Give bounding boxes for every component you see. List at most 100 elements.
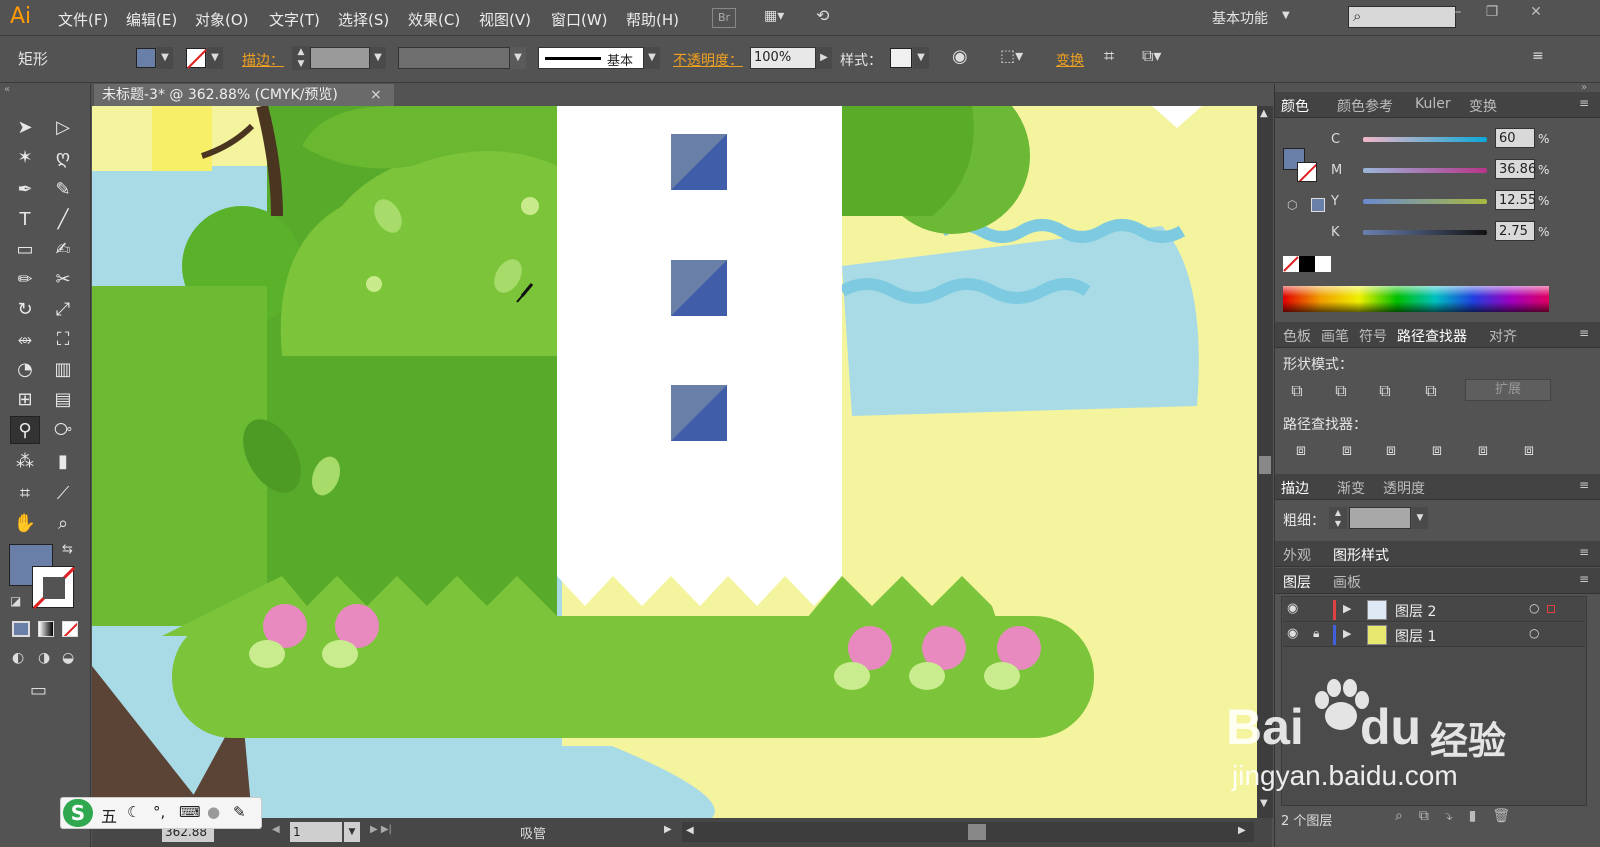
selection-tool-icon[interactable]: ➤ bbox=[10, 114, 40, 142]
chevron-down-icon[interactable]: ▼ bbox=[644, 47, 660, 69]
layer-row[interactable]: ◉ 🔒︎ ▶ 图层 1 ○ bbox=[1283, 623, 1585, 647]
menu-file[interactable]: 文件(F) bbox=[58, 9, 108, 30]
chevron-down-icon[interactable]: ▼ bbox=[510, 47, 526, 69]
tab-appearance[interactable]: 外观 bbox=[1283, 545, 1311, 565]
symbol-sprayer-tool-icon[interactable]: ⁂ bbox=[10, 448, 40, 476]
exclude-icon[interactable]: ⧉ bbox=[1421, 382, 1441, 400]
tab-swatches[interactable]: 色板 bbox=[1283, 326, 1311, 346]
menu-window[interactable]: 窗口(W) bbox=[551, 9, 608, 30]
scissors-tool-icon[interactable]: ✂ bbox=[48, 266, 78, 294]
black-swatch[interactable] bbox=[1299, 256, 1315, 272]
outline-icon[interactable]: ⧈ bbox=[1473, 441, 1493, 459]
divide-icon[interactable]: ⧈ bbox=[1291, 441, 1311, 459]
hand-tool-icon[interactable]: ✋ bbox=[10, 510, 40, 538]
magenta-slider[interactable] bbox=[1363, 168, 1487, 173]
color-mode-icon[interactable] bbox=[12, 621, 30, 637]
default-colors-icon[interactable]: ◪ bbox=[10, 594, 21, 608]
stroke-color-box[interactable] bbox=[32, 566, 76, 610]
tab-gradient[interactable]: 渐变 bbox=[1337, 478, 1365, 498]
punctuation-icon[interactable]: °, bbox=[153, 803, 165, 821]
scroll-thumb[interactable] bbox=[1259, 456, 1271, 474]
screen-mode-icon[interactable]: ▭ bbox=[30, 680, 47, 701]
selection-indicator[interactable] bbox=[1547, 605, 1555, 613]
variable-width-select[interactable] bbox=[398, 47, 510, 69]
fill-swatch[interactable] bbox=[136, 48, 156, 68]
layer-footer-icons[interactable]: ⌕⧉⤵▮🗑︎ bbox=[1395, 808, 1526, 824]
draw-inside-icon[interactable]: ◒ bbox=[62, 650, 74, 666]
stroke-label[interactable]: 描边： bbox=[242, 50, 284, 70]
chevron-down-icon[interactable]: ▼ bbox=[1282, 10, 1290, 21]
minus-back-icon[interactable]: ⧈ bbox=[1519, 441, 1539, 459]
intersect-icon[interactable]: ⧉ bbox=[1375, 382, 1395, 400]
tab-color[interactable]: 颜色 bbox=[1281, 96, 1309, 116]
color-spectrum[interactable] bbox=[1283, 286, 1549, 312]
minus-front-icon[interactable]: ⧉ bbox=[1331, 382, 1351, 400]
tab-graphic-styles[interactable]: 图形样式 bbox=[1333, 545, 1389, 565]
tab-color-guide[interactable]: 颜色参考 bbox=[1337, 96, 1393, 116]
cyan-value[interactable]: 60 bbox=[1495, 128, 1535, 148]
align-to-icon[interactable]: ⬚▾ bbox=[1000, 46, 1023, 65]
gradient-mode-icon[interactable] bbox=[38, 621, 54, 637]
horizontal-scrollbar[interactable]: ◀ ▶ bbox=[682, 822, 1254, 842]
chevron-down-icon[interactable]: ▼ bbox=[913, 47, 929, 69]
lasso-tool-icon[interactable]: ღ bbox=[48, 144, 78, 172]
tab-brushes[interactable]: 画笔 bbox=[1321, 326, 1349, 346]
chevron-down-icon[interactable]: ▼ bbox=[370, 47, 386, 69]
line-tool-icon[interactable]: ╱ bbox=[48, 206, 78, 234]
search-input[interactable]: ⌕ bbox=[1348, 6, 1456, 28]
web-safe-swatch[interactable] bbox=[1311, 198, 1325, 212]
trim-icon[interactable]: ⧈ bbox=[1337, 441, 1357, 459]
gradient-tool-icon[interactable]: ▤ bbox=[48, 386, 78, 414]
swap-colors-icon[interactable]: ⇆ bbox=[62, 542, 73, 557]
type-tool-icon[interactable]: T bbox=[10, 206, 40, 234]
scale-tool-icon[interactable]: ⤢ bbox=[48, 296, 78, 324]
menu-select[interactable]: 选择(S) bbox=[338, 9, 389, 30]
draw-behind-icon[interactable]: ◑ bbox=[38, 650, 50, 666]
column-graph-tool-icon[interactable]: ▮ bbox=[48, 448, 78, 476]
layer-name[interactable]: 图层 2 bbox=[1395, 601, 1436, 621]
menu-help[interactable]: 帮助(H) bbox=[626, 9, 679, 30]
slice-tool-icon[interactable]: ⟋ bbox=[48, 480, 78, 508]
ime-mode[interactable]: 五 bbox=[101, 803, 117, 827]
arrange-documents-icon[interactable]: ▦▾ bbox=[764, 8, 798, 28]
unite-icon[interactable]: ⧉ bbox=[1287, 382, 1307, 400]
recolor-artwork-icon[interactable]: ◉ bbox=[952, 46, 968, 67]
sync-icon[interactable]: ⟲ bbox=[816, 6, 842, 28]
bridge-button[interactable]: Br bbox=[712, 8, 736, 28]
target-icon[interactable]: ○ bbox=[1529, 601, 1539, 615]
tab-stroke[interactable]: 描边 bbox=[1281, 478, 1309, 498]
zoom-tool-icon[interactable]: ⌕ bbox=[48, 510, 78, 538]
workspace-switcher[interactable]: 基本功能 bbox=[1212, 8, 1268, 28]
keyboard-icon[interactable]: ⌨ bbox=[179, 803, 201, 821]
tab-symbols[interactable]: 符号 bbox=[1359, 326, 1387, 346]
expand-triangle-icon[interactable]: ▶ bbox=[1343, 602, 1351, 615]
wrench-icon[interactable]: ✎ bbox=[233, 803, 246, 821]
panel-menu-icon[interactable]: ≡ bbox=[1579, 545, 1589, 559]
moon-icon[interactable]: ☾ bbox=[127, 803, 140, 821]
color-stroke-swatch[interactable] bbox=[1297, 162, 1317, 182]
layer-row[interactable]: ◉ ▶ 图层 2 ○ bbox=[1283, 598, 1585, 622]
chevron-right-icon[interactable]: ▶ bbox=[816, 47, 832, 69]
status-menu-icon[interactable]: ▶ bbox=[664, 824, 672, 835]
transform-label[interactable]: 变换 bbox=[1056, 50, 1084, 70]
weight-stepper[interactable]: ▲ ▼ bbox=[1329, 507, 1347, 529]
blend-tool-icon[interactable]: ⧂ bbox=[48, 416, 78, 444]
crop-icon[interactable]: ⧈ bbox=[1427, 441, 1447, 459]
artboard-number[interactable]: 1 bbox=[290, 822, 342, 842]
document-tab[interactable]: 未标题-3* @ 362.88% (CMYK/预览) × bbox=[94, 84, 394, 106]
shape-builder-tool-icon[interactable]: ◔ bbox=[10, 356, 40, 384]
menu-edit[interactable]: 编辑(E) bbox=[126, 9, 177, 30]
lock-icon[interactable]: 🔒︎ bbox=[1313, 626, 1319, 641]
chevron-down-icon[interactable]: ▼ bbox=[344, 822, 360, 842]
free-transform-tool-icon[interactable]: ⛶ bbox=[48, 326, 78, 354]
paintbrush-tool-icon[interactable]: ✍ bbox=[48, 236, 78, 264]
eyedropper-tool-icon[interactable]: ⚲ bbox=[10, 416, 40, 444]
close-tab-icon[interactable]: × bbox=[370, 84, 382, 106]
expand-button[interactable]: 扩展 bbox=[1465, 379, 1551, 401]
eye-icon[interactable]: ◉ bbox=[1287, 601, 1298, 616]
rotate-tool-icon[interactable]: ↻ bbox=[10, 296, 40, 324]
cyan-slider[interactable] bbox=[1363, 137, 1487, 142]
next-page-icon[interactable]: ▶ ▶| bbox=[370, 824, 392, 835]
pencil-tool-icon[interactable]: ✏ bbox=[10, 266, 40, 294]
menu-object[interactable]: 对象(O) bbox=[195, 9, 249, 30]
